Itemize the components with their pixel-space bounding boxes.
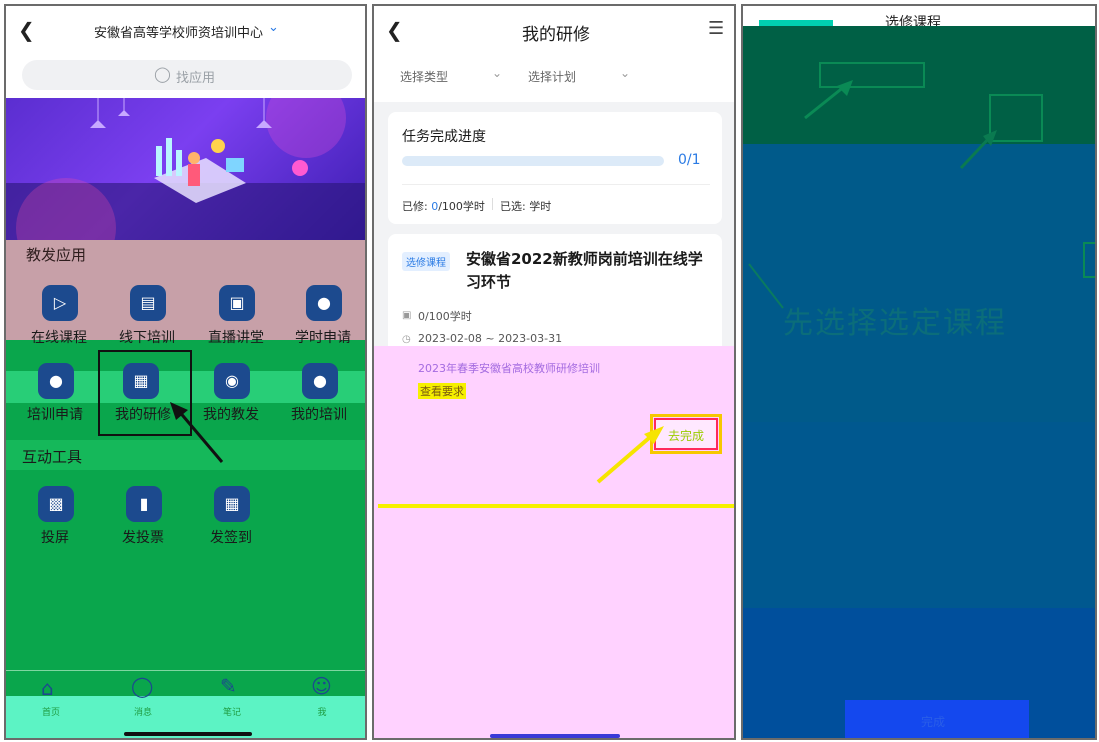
select-course-screen: 选修课程 先选择选定课程 完成 <box>741 4 1097 740</box>
tab-divider <box>6 670 365 671</box>
screen-cast-icon[interactable]: ▩ <box>38 486 74 522</box>
note-icon[interactable]: ✎ <box>220 674 237 698</box>
section-title-tools: 互动工具 <box>22 448 83 466</box>
vote-icon[interactable]: ▮ <box>126 486 162 522</box>
my-study-screen: ❮ 我的研修 ☰ 选择类型 ⌄ 选择计划 ⌄ 任务完成进度 0/1 已修: 0/… <box>372 4 736 740</box>
finish-button[interactable]: 完成 <box>845 700 1029 738</box>
tab-home[interactable]: 首页 <box>16 705 86 718</box>
message-icon[interactable]: ◯ <box>131 674 153 698</box>
pointer-arrow-icon <box>170 402 224 463</box>
pointer-arrow-icon <box>748 80 997 309</box>
home-screen: ❮ 安徽省高等学校师资培训中心 ⌄ ◯ 找应用 教发应用 ▷ ▤ ▣ ● 在线课… <box>4 4 367 740</box>
pointer-arrow-icon <box>596 426 664 484</box>
tool-label-screen-cast[interactable]: 投屏 <box>10 527 100 547</box>
tool-label-sign-in[interactable]: 发签到 <box>186 527 276 547</box>
home-indicator <box>490 734 620 738</box>
finish-button-label: 完成 <box>921 715 946 729</box>
home-indicator <box>124 732 252 736</box>
tab-notes[interactable]: 笔记 <box>197 705 267 718</box>
sign-in-icon[interactable]: ▦ <box>214 486 250 522</box>
watermark-instruction: 先选择选定课程 <box>783 306 1007 341</box>
profile-icon[interactable]: ☺ <box>311 674 332 698</box>
tab-messages[interactable]: 消息 <box>108 705 178 718</box>
home-icon[interactable]: ⌂ <box>41 676 54 700</box>
tab-me[interactable]: 我 <box>287 705 357 718</box>
highlight-line <box>378 504 734 508</box>
tool-label-vote[interactable]: 发投票 <box>98 527 188 547</box>
